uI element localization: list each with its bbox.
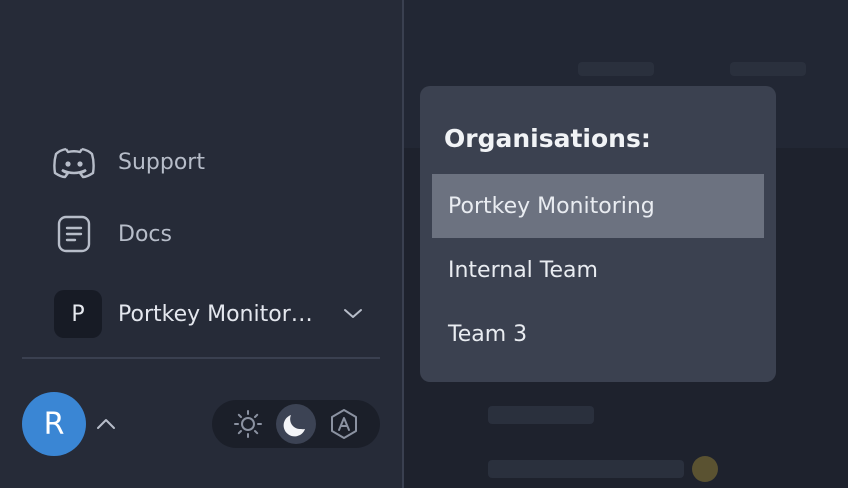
chevron-up-icon[interactable] (94, 412, 118, 436)
dimmed-placeholder (578, 62, 654, 76)
discord-icon (52, 140, 96, 184)
chevron-down-icon (342, 302, 364, 324)
sidebar-border (402, 0, 404, 488)
auto-theme-icon (331, 409, 357, 439)
dropdown-title: Organisations: (444, 124, 651, 153)
dimmed-placeholder (488, 406, 594, 424)
org-switcher[interactable]: P Portkey Monitoring (54, 290, 364, 338)
sidebar-item-label: Support (118, 149, 205, 175)
sidebar-divider (22, 357, 380, 359)
sidebar-item-support[interactable]: Support (52, 140, 205, 184)
dimmed-placeholder (730, 62, 806, 76)
light-mode-button[interactable] (228, 404, 268, 444)
dimmed-placeholder (488, 460, 684, 478)
sun-icon (234, 410, 262, 438)
org-option[interactable]: Portkey Monitoring (432, 174, 764, 238)
org-option[interactable]: Internal Team (432, 238, 764, 302)
bottom-edge (0, 488, 848, 492)
theme-toggle (212, 400, 380, 448)
moon-icon (283, 415, 305, 437)
sidebar-item-label: Docs (118, 221, 172, 247)
org-name: Portkey Monitoring (118, 301, 318, 327)
org-avatar: P (54, 290, 102, 338)
dimmed-dot (692, 456, 718, 482)
organisations-dropdown: Organisations: Portkey Monitoring Intern… (420, 86, 776, 382)
document-icon (52, 212, 96, 256)
org-option[interactable]: Team 3 (432, 302, 764, 366)
sidebar-item-docs[interactable]: Docs (52, 212, 172, 256)
user-avatar[interactable]: R (22, 392, 86, 456)
auto-theme-button[interactable] (324, 404, 364, 444)
dark-mode-button[interactable] (276, 404, 316, 444)
